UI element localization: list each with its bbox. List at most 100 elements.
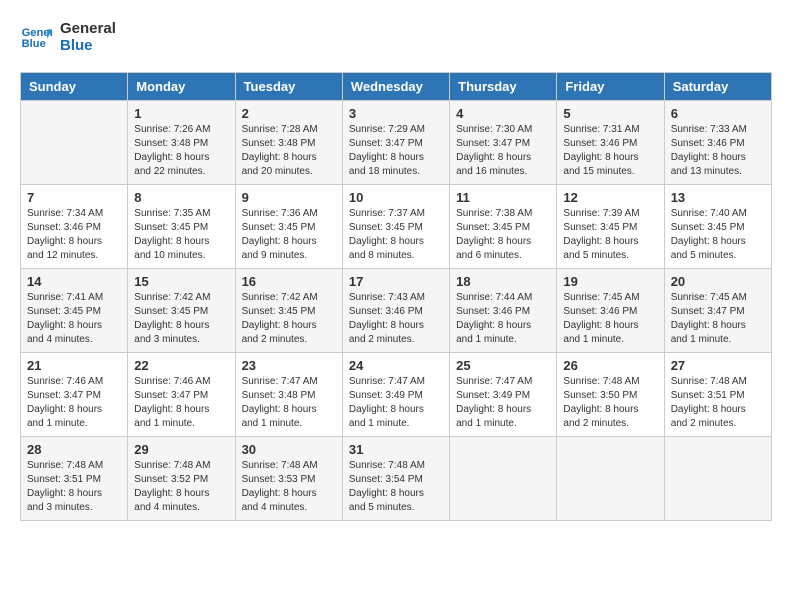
day-number: 7 [27, 190, 121, 205]
calendar-cell: 6Sunrise: 7:33 AM Sunset: 3:46 PM Daylig… [664, 101, 771, 185]
week-row-5: 28Sunrise: 7:48 AM Sunset: 3:51 PM Dayli… [21, 437, 772, 521]
day-info: Sunrise: 7:31 AM Sunset: 3:46 PM Dayligh… [563, 123, 657, 179]
day-info: Sunrise: 7:48 AM Sunset: 3:53 PM Dayligh… [242, 459, 336, 515]
calendar-cell [21, 101, 128, 185]
day-number: 10 [349, 190, 443, 205]
day-info: Sunrise: 7:47 AM Sunset: 3:48 PM Dayligh… [242, 375, 336, 431]
col-header-sunday: Sunday [21, 73, 128, 101]
day-number: 4 [456, 106, 550, 121]
calendar-cell: 17 Sunrise: 7:43 AM Sunset: 3:46 PM Dayli… [342, 269, 449, 353]
day-number: 21 [27, 358, 121, 373]
calendar-cell: 1Sunrise: 7:26 AM Sunset: 3:48 PM Daylig… [128, 101, 235, 185]
day-info: Sunrise: 7:48 AM Sunset: 3:50 PM Dayligh… [563, 375, 657, 431]
day-number: 24 [349, 358, 443, 373]
day-info: Sunrise: 7:42 AM Sunset: 3:45 PM Dayligh… [242, 291, 336, 347]
calendar-cell: 31 Sunrise: 7:48 AM Sunset: 3:54 PM Dayli… [342, 437, 449, 521]
day-number: 1 [134, 106, 228, 121]
logo-icon: General Blue [20, 23, 52, 51]
day-info: Sunrise: 7:40 AM Sunset: 3:45 PM Dayligh… [671, 207, 765, 263]
calendar-cell: 8 Sunrise: 7:35 AM Sunset: 3:45 PM Daylig… [128, 185, 235, 269]
day-info: Sunrise: 7:45 AM Sunset: 3:47 PM Dayligh… [671, 291, 765, 347]
calendar-cell: 4 Sunrise: 7:30 AM Sunset: 3:47 PM Daylig… [450, 101, 557, 185]
day-number: 16 [242, 274, 336, 289]
svg-text:Blue: Blue [22, 38, 46, 50]
logo-line2: Blue [60, 37, 116, 54]
day-number: 25 [456, 358, 550, 373]
day-number: 28 [27, 442, 121, 457]
day-info: Sunrise: 7:48 AM Sunset: 3:52 PM Dayligh… [134, 459, 228, 515]
day-info: Sunrise: 7:36 AM Sunset: 3:45 PM Dayligh… [242, 207, 336, 263]
day-info: Sunrise: 7:42 AM Sunset: 3:45 PM Dayligh… [134, 291, 228, 347]
col-header-thursday: Thursday [450, 73, 557, 101]
day-info: Sunrise: 7:33 AM Sunset: 3:46 PM Dayligh… [671, 123, 765, 179]
day-info: Sunrise: 7:38 AM Sunset: 3:45 PM Dayligh… [456, 207, 550, 263]
calendar-cell: 27Sunrise: 7:48 AM Sunset: 3:51 PM Dayli… [664, 353, 771, 437]
day-number: 17 [349, 274, 443, 289]
calendar-cell: 13 Sunrise: 7:40 AM Sunset: 3:45 PM Dayli… [664, 185, 771, 269]
day-number: 3 [349, 106, 443, 121]
calendar-cell: 16 Sunrise: 7:42 AM Sunset: 3:45 PM Dayli… [235, 269, 342, 353]
calendar-cell [664, 437, 771, 521]
calendar-cell: 18 Sunrise: 7:44 AM Sunset: 3:46 PM Dayli… [450, 269, 557, 353]
calendar-cell: 23 Sunrise: 7:47 AM Sunset: 3:48 PM Dayli… [235, 353, 342, 437]
calendar-cell: 29 Sunrise: 7:48 AM Sunset: 3:52 PM Dayli… [128, 437, 235, 521]
calendar-cell: 19 Sunrise: 7:45 AM Sunset: 3:46 PM Dayli… [557, 269, 664, 353]
day-number: 5 [563, 106, 657, 121]
day-number: 22 [134, 358, 228, 373]
day-info: Sunrise: 7:29 AM Sunset: 3:47 PM Dayligh… [349, 123, 443, 179]
day-info: Sunrise: 7:37 AM Sunset: 3:45 PM Dayligh… [349, 207, 443, 263]
day-info: Sunrise: 7:41 AM Sunset: 3:45 PM Dayligh… [27, 291, 121, 347]
calendar-cell: 24Sunrise: 7:47 AM Sunset: 3:49 PM Dayli… [342, 353, 449, 437]
day-info: Sunrise: 7:48 AM Sunset: 3:54 PM Dayligh… [349, 459, 443, 515]
day-info: Sunrise: 7:45 AM Sunset: 3:46 PM Dayligh… [563, 291, 657, 347]
day-number: 12 [563, 190, 657, 205]
day-info: Sunrise: 7:35 AM Sunset: 3:45 PM Dayligh… [134, 207, 228, 263]
day-number: 2 [242, 106, 336, 121]
col-header-saturday: Saturday [664, 73, 771, 101]
week-row-2: 7 Sunrise: 7:34 AM Sunset: 3:46 PM Daylig… [21, 185, 772, 269]
calendar-cell: 22Sunrise: 7:46 AM Sunset: 3:47 PM Dayli… [128, 353, 235, 437]
day-number: 9 [242, 190, 336, 205]
day-info: Sunrise: 7:47 AM Sunset: 3:49 PM Dayligh… [456, 375, 550, 431]
calendar-cell: 10 Sunrise: 7:37 AM Sunset: 3:45 PM Dayli… [342, 185, 449, 269]
week-row-1: 1Sunrise: 7:26 AM Sunset: 3:48 PM Daylig… [21, 101, 772, 185]
day-number: 30 [242, 442, 336, 457]
day-number: 14 [27, 274, 121, 289]
calendar-cell: 21Sunrise: 7:46 AM Sunset: 3:47 PM Dayli… [21, 353, 128, 437]
day-number: 31 [349, 442, 443, 457]
day-number: 18 [456, 274, 550, 289]
calendar-cell: 28Sunrise: 7:48 AM Sunset: 3:51 PM Dayli… [21, 437, 128, 521]
calendar-cell: 5 Sunrise: 7:31 AM Sunset: 3:46 PM Daylig… [557, 101, 664, 185]
day-info: Sunrise: 7:48 AM Sunset: 3:51 PM Dayligh… [671, 375, 765, 431]
day-number: 20 [671, 274, 765, 289]
day-number: 11 [456, 190, 550, 205]
day-info: Sunrise: 7:44 AM Sunset: 3:46 PM Dayligh… [456, 291, 550, 347]
calendar-cell [450, 437, 557, 521]
day-number: 26 [563, 358, 657, 373]
calendar-cell: 20 Sunrise: 7:45 AM Sunset: 3:47 PM Dayli… [664, 269, 771, 353]
calendar-cell [557, 437, 664, 521]
day-number: 29 [134, 442, 228, 457]
week-row-4: 21Sunrise: 7:46 AM Sunset: 3:47 PM Dayli… [21, 353, 772, 437]
day-number: 23 [242, 358, 336, 373]
calendar-cell: 25 Sunrise: 7:47 AM Sunset: 3:49 PM Dayli… [450, 353, 557, 437]
calendar-cell: 3 Sunrise: 7:29 AM Sunset: 3:47 PM Daylig… [342, 101, 449, 185]
calendar-cell: 12Sunrise: 7:39 AM Sunset: 3:45 PM Dayli… [557, 185, 664, 269]
calendar-table: SundayMondayTuesdayWednesdayThursdayFrid… [20, 72, 772, 521]
day-info: Sunrise: 7:30 AM Sunset: 3:47 PM Dayligh… [456, 123, 550, 179]
day-number: 13 [671, 190, 765, 205]
week-row-3: 14 Sunrise: 7:41 AM Sunset: 3:45 PM Dayli… [21, 269, 772, 353]
calendar-cell: 30 Sunrise: 7:48 AM Sunset: 3:53 PM Dayli… [235, 437, 342, 521]
col-header-monday: Monday [128, 73, 235, 101]
day-info: Sunrise: 7:34 AM Sunset: 3:46 PM Dayligh… [27, 207, 121, 263]
header-row: SundayMondayTuesdayWednesdayThursdayFrid… [21, 73, 772, 101]
day-info: Sunrise: 7:43 AM Sunset: 3:46 PM Dayligh… [349, 291, 443, 347]
day-info: Sunrise: 7:28 AM Sunset: 3:48 PM Dayligh… [242, 123, 336, 179]
calendar-cell: 15 Sunrise: 7:42 AM Sunset: 3:45 PM Dayli… [128, 269, 235, 353]
col-header-wednesday: Wednesday [342, 73, 449, 101]
day-number: 15 [134, 274, 228, 289]
day-number: 8 [134, 190, 228, 205]
day-number: 19 [563, 274, 657, 289]
logo: General Blue General Blue [20, 20, 116, 54]
calendar-cell: 11 Sunrise: 7:38 AM Sunset: 3:45 PM Dayli… [450, 185, 557, 269]
